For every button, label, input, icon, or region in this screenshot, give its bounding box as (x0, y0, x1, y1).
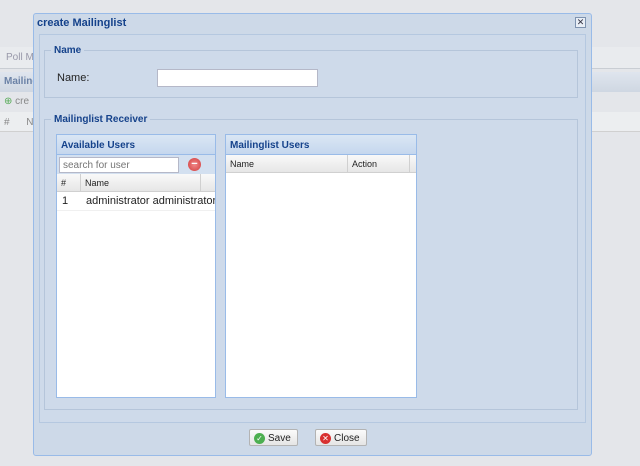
available-grid-header: # Name (57, 174, 215, 192)
dialog-title: create Mailinglist (37, 17, 127, 29)
col-action[interactable]: Action (348, 155, 410, 172)
x-circle-icon: ✕ (320, 433, 331, 444)
check-icon: ✓ (254, 433, 265, 444)
available-users-title: Available Users (57, 135, 215, 155)
available-users-panel: Available Users − # Name 1 administrator… (56, 134, 216, 398)
search-user-input[interactable] (59, 157, 179, 173)
save-button[interactable]: ✓ Save (249, 429, 298, 446)
col-name[interactable]: Name (226, 155, 348, 172)
close-label: Close (334, 433, 360, 444)
close-icon[interactable]: ✕ (575, 17, 586, 28)
col-hash[interactable]: # (57, 174, 81, 191)
mailinglist-grid-header: Name Action (226, 155, 416, 173)
available-toolbar: − (57, 155, 215, 174)
row-name: administrator administrator (86, 195, 215, 207)
close-button[interactable]: ✕ Close (315, 429, 367, 446)
bg-col-hash: # (4, 117, 10, 128)
row-num: 1 (62, 195, 69, 207)
dialog-body: Name Name: Mailinglist Receiver Availabl… (39, 34, 586, 423)
receiver-fieldset: Mailinglist Receiver Available Users − #… (44, 114, 578, 410)
create-mailinglist-dialog: create Mailinglist ✕ Name Name: Mailingl… (33, 13, 592, 456)
name-label: Name: (57, 72, 90, 84)
save-label: Save (268, 433, 291, 444)
table-row[interactable]: 1 administrator administrator (57, 192, 215, 211)
remove-filter-icon[interactable]: − (188, 158, 201, 171)
receiver-legend: Mailinglist Receiver (54, 114, 148, 125)
mailinglist-users-panel: Mailinglist Users Name Action (225, 134, 417, 398)
name-input[interactable] (157, 69, 318, 87)
name-legend: Name (54, 45, 82, 56)
col-name[interactable]: Name (81, 174, 201, 191)
bg-create-label: cre (15, 96, 30, 107)
name-fieldset: Name Name: (44, 45, 578, 98)
mailinglist-users-title: Mailinglist Users (226, 135, 416, 155)
